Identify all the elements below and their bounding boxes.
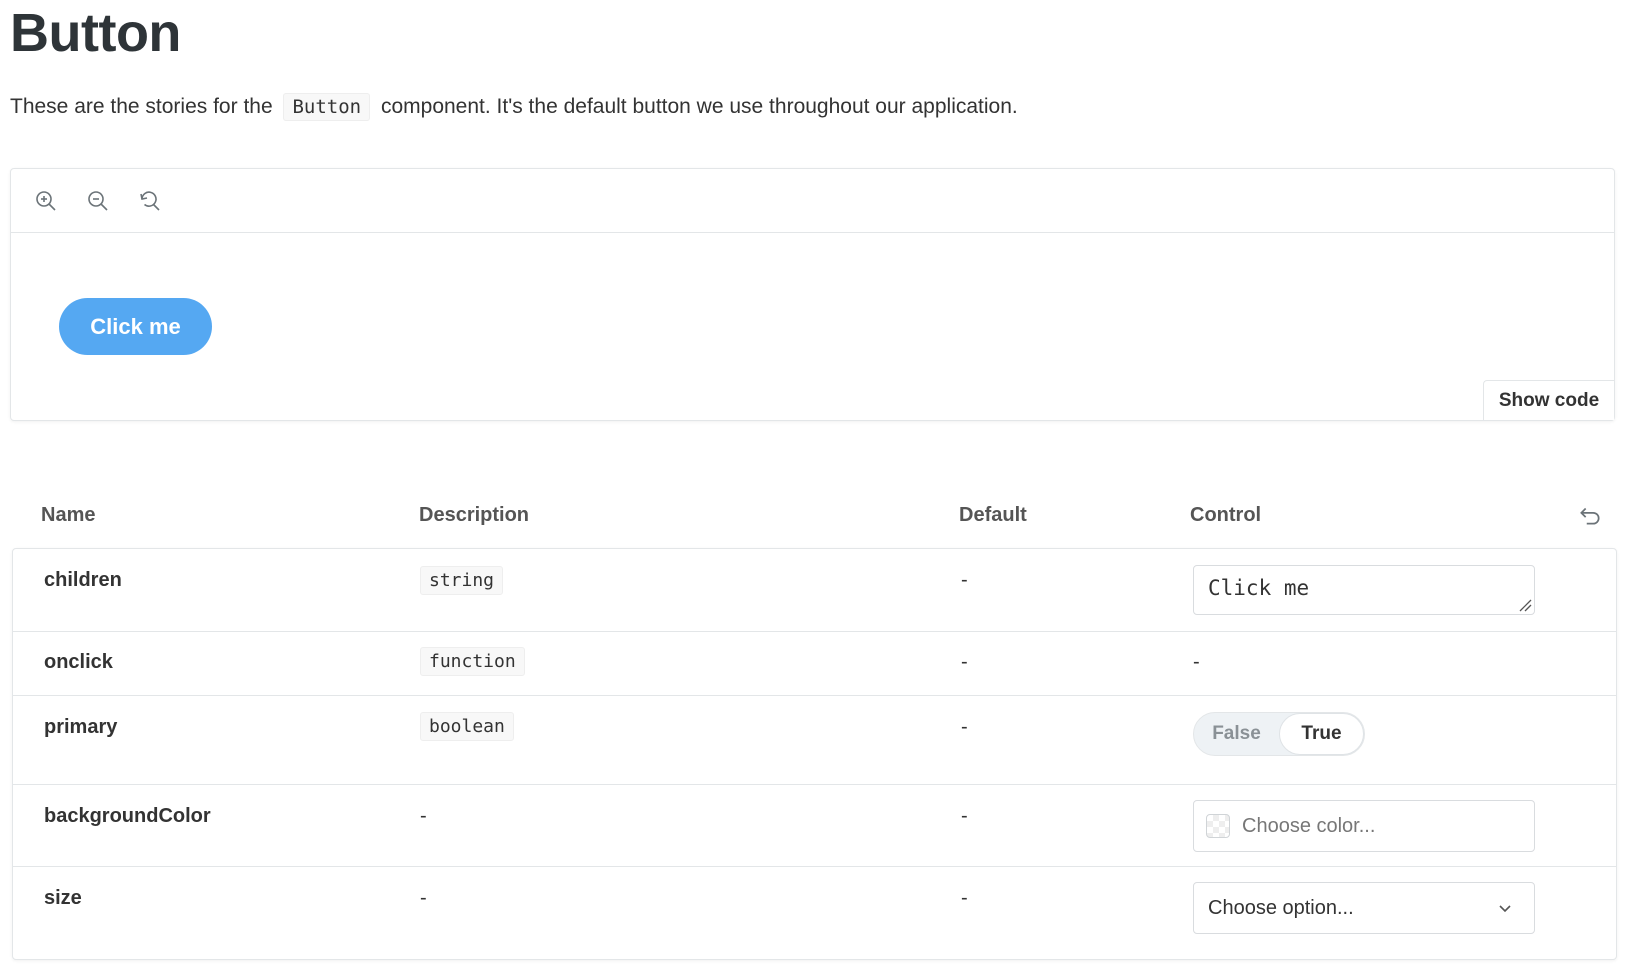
table-row: backgroundColor - - Choose color...: [13, 785, 1616, 867]
toggle-option-true[interactable]: True: [1278, 713, 1364, 755]
undo-icon[interactable]: [1577, 502, 1603, 528]
show-code-button[interactable]: Show code: [1483, 380, 1614, 420]
arg-name: children: [44, 569, 122, 591]
docs-page: Button These are the stories for the But…: [0, 0, 1626, 970]
size-select[interactable]: Choose option...: [1193, 882, 1535, 934]
primary-boolean-toggle[interactable]: False True: [1193, 712, 1365, 756]
type-pill: function: [420, 647, 525, 676]
arg-control-empty: -: [1193, 651, 1200, 673]
table-row: onclick function - -: [13, 632, 1616, 696]
chevron-down-icon: [1499, 905, 1511, 913]
arg-name: onclick: [44, 651, 113, 673]
arg-name: backgroundColor: [44, 805, 211, 827]
arg-default: -: [961, 569, 968, 591]
select-value: Choose option...: [1208, 896, 1354, 919]
color-swatch[interactable]: [1206, 814, 1230, 838]
table-row: primary boolean - False True: [13, 696, 1616, 785]
reset-zoom-icon: [140, 190, 160, 211]
demo-click-me-button[interactable]: Click me: [59, 298, 212, 355]
table-row: children string - Click me: [13, 549, 1616, 632]
intro-after: component. It's the default button we us…: [380, 95, 1018, 118]
arg-type: -: [420, 887, 427, 909]
intro-code: Button: [283, 93, 371, 121]
type-pill: boolean: [420, 712, 514, 741]
zoom-in-button[interactable]: [31, 186, 61, 216]
arg-default: -: [961, 805, 968, 827]
zoom-out-icon: [88, 190, 108, 211]
arg-default: -: [961, 887, 968, 909]
args-table-header: Name Description Default Control: [10, 500, 1615, 536]
header-description: Description: [419, 504, 530, 526]
text-field-value: Click me: [1208, 576, 1310, 600]
arg-default: -: [961, 716, 968, 738]
arg-name: size: [44, 887, 82, 909]
args-table: children string - Click me onclick funct…: [12, 548, 1617, 960]
story-preview: Click me Show code: [10, 168, 1615, 421]
table-row: size - - Choose option...: [13, 867, 1616, 959]
preview-toolbar: [11, 169, 1614, 233]
background-color-picker[interactable]: Choose color...: [1193, 800, 1535, 852]
header-name: Name: [41, 504, 96, 526]
arg-type: -: [420, 805, 427, 827]
zoom-out-button[interactable]: [83, 186, 113, 216]
color-placeholder: Choose color...: [1242, 814, 1376, 837]
arg-type: function: [420, 647, 525, 676]
arg-name: primary: [44, 716, 118, 738]
intro-before: These are the stories for the: [10, 95, 273, 118]
reset-zoom-button[interactable]: [135, 186, 165, 216]
page-title: Button: [10, 3, 181, 63]
arg-type: string: [420, 566, 504, 595]
header-control: Control: [1190, 504, 1262, 526]
intro-text: These are the stories for the Button com…: [10, 92, 1018, 122]
type-pill: string: [420, 566, 504, 595]
arg-default: -: [961, 651, 968, 673]
zoom-in-icon: [36, 190, 56, 211]
arg-type: boolean: [420, 712, 514, 741]
toggle-option-false[interactable]: False: [1194, 713, 1279, 755]
children-text-field[interactable]: Click me: [1193, 565, 1535, 615]
header-default: Default: [959, 504, 1027, 526]
resize-grip-icon[interactable]: [1518, 598, 1532, 612]
